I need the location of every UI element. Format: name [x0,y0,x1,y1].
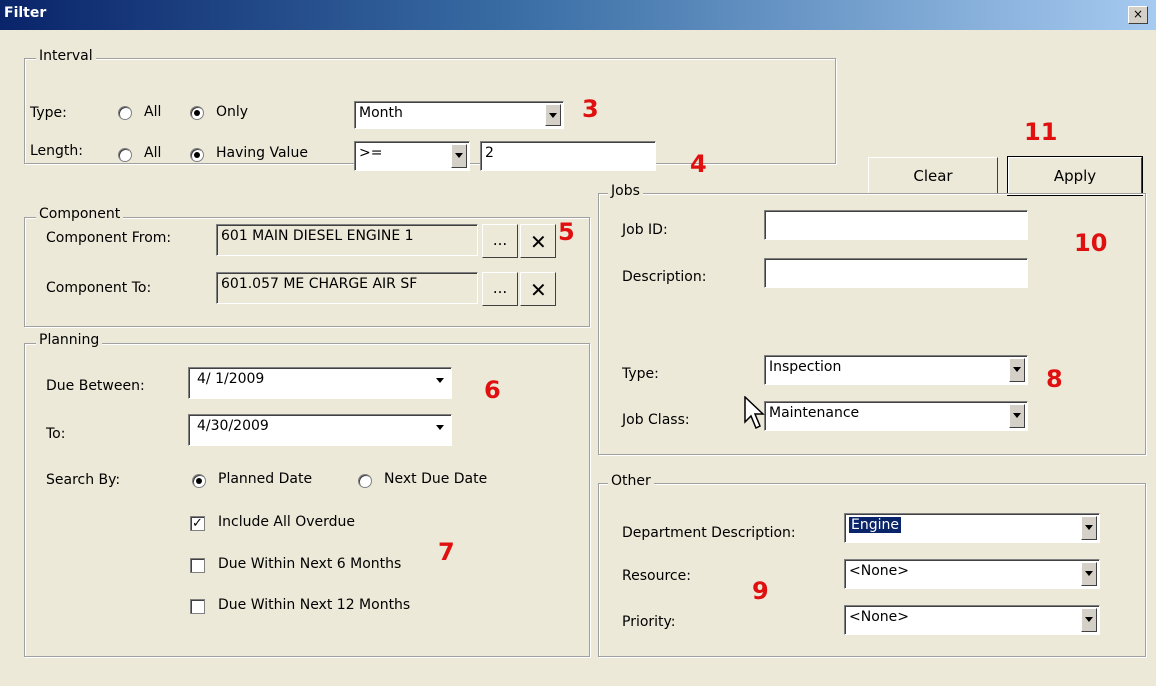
due-to-value: 4/30/2009 [197,418,269,434]
due-6-months-label: Due Within Next 6 Months [218,556,402,572]
chevron-down-icon[interactable] [1009,404,1025,428]
chevron-down-icon[interactable] [1009,358,1025,382]
resource-label: Resource: [622,568,691,584]
interval-length-all-label: All [144,145,162,161]
job-description-input[interactable] [764,258,1028,288]
interval-length-having-radio[interactable] [190,148,204,162]
chevron-down-icon[interactable] [433,417,449,443]
job-id-label: Job ID: [622,222,668,238]
close-button[interactable]: × [1128,6,1148,24]
interval-type-only-label: Only [216,104,249,120]
interval-type-only-radio[interactable] [190,106,204,120]
job-class-select[interactable]: Maintenance [764,401,1028,431]
interval-type-label: Type: [30,105,67,121]
planned-date-radio[interactable] [192,474,206,488]
component-from-field[interactable]: 601 MAIN DIESEL ENGINE 1 [216,224,478,256]
component-legend: Component [36,206,124,222]
department-value: Engine [849,517,901,533]
component-to-field[interactable]: 601.057 ME CHARGE AIR SF [216,272,478,304]
interval-length-having-label: Having Value [216,145,308,161]
planned-date-label: Planned Date [218,471,313,487]
annotation-8: 8 [1046,365,1063,393]
mouse-pointer-icon [744,396,765,430]
annotation-4: 4 [690,150,707,178]
due-to-label: To: [46,426,66,442]
include-overdue-checkbox[interactable]: ✓ [190,516,205,531]
interval-type-select[interactable]: Month [354,101,564,129]
job-type-select[interactable]: Inspection [764,355,1028,385]
department-label: Department Description: [622,525,796,541]
due-12-months-checkbox[interactable] [190,599,205,614]
component-to-clear-button[interactable]: ✕ [520,272,556,306]
annotation-10: 10 [1074,229,1108,257]
annotation-6: 6 [484,376,501,404]
interval-type-all-radio[interactable] [118,106,132,120]
resource-value: <None> [849,563,909,579]
priority-label: Priority: [622,614,676,630]
due-6-months-checkbox[interactable] [190,558,205,573]
jobs-legend: Jobs [608,183,643,199]
interval-legend: Interval [36,48,96,64]
due-between-date[interactable]: 4/ 1/2009 [188,367,452,399]
annotation-3: 3 [582,95,599,123]
due-between-value: 4/ 1/2009 [197,371,265,387]
component-from-browse-button[interactable]: ... [482,224,518,258]
include-overdue-label: Include All Overdue [218,514,356,530]
window-title: Filter [4,5,47,21]
component-from-label: Component From: [46,230,172,246]
job-class-label: Job Class: [622,412,690,428]
job-class-value: Maintenance [769,405,860,421]
close-icon: ✕ [530,230,547,254]
component-to-browse-button[interactable]: ... [482,272,518,306]
other-legend: Other [608,473,654,489]
operator-value: >= [359,145,383,161]
next-due-date-radio[interactable] [358,474,372,488]
interval-type-value: Month [359,105,403,121]
search-by-label: Search By: [46,472,121,488]
due-12-months-label: Due Within Next 12 Months [218,597,411,613]
annotation-7: 7 [438,538,455,566]
chevron-down-icon[interactable] [1081,562,1097,586]
close-icon: ✕ [530,278,547,302]
apply-button[interactable]: Apply [1007,156,1143,196]
chevron-down-icon[interactable] [545,104,561,126]
interval-type-all-label: All [144,104,162,120]
component-from-clear-button[interactable]: ✕ [520,224,556,258]
operator-select[interactable]: >= [354,141,470,171]
interval-length-all-radio[interactable] [118,148,132,162]
due-to-date[interactable]: 4/30/2009 [188,414,452,446]
length-value-input[interactable]: 2 [480,141,656,171]
annotation-11: 11 [1024,118,1058,146]
chevron-down-icon[interactable] [433,370,449,396]
title-bar: Filter × [0,0,1156,30]
resource-select[interactable]: <None> [844,559,1100,589]
job-id-input[interactable] [764,210,1028,240]
department-select[interactable]: Engine [844,513,1100,543]
next-due-date-label: Next Due Date [384,471,488,487]
component-to-label: Component To: [46,280,152,296]
clear-button[interactable]: Clear [868,157,998,195]
chevron-down-icon[interactable] [1081,516,1097,540]
annotation-5: 5 [558,218,575,246]
job-description-label: Description: [622,269,707,285]
chevron-down-icon[interactable] [451,144,467,168]
annotation-9: 9 [752,577,769,605]
priority-value: <None> [849,609,909,625]
job-type-label: Type: [622,366,659,382]
planning-legend: Planning [36,332,103,348]
job-type-value: Inspection [769,359,842,375]
interval-length-label: Length: [30,143,84,159]
due-between-label: Due Between: [46,378,145,394]
priority-select[interactable]: <None> [844,605,1100,635]
chevron-down-icon[interactable] [1081,608,1097,632]
